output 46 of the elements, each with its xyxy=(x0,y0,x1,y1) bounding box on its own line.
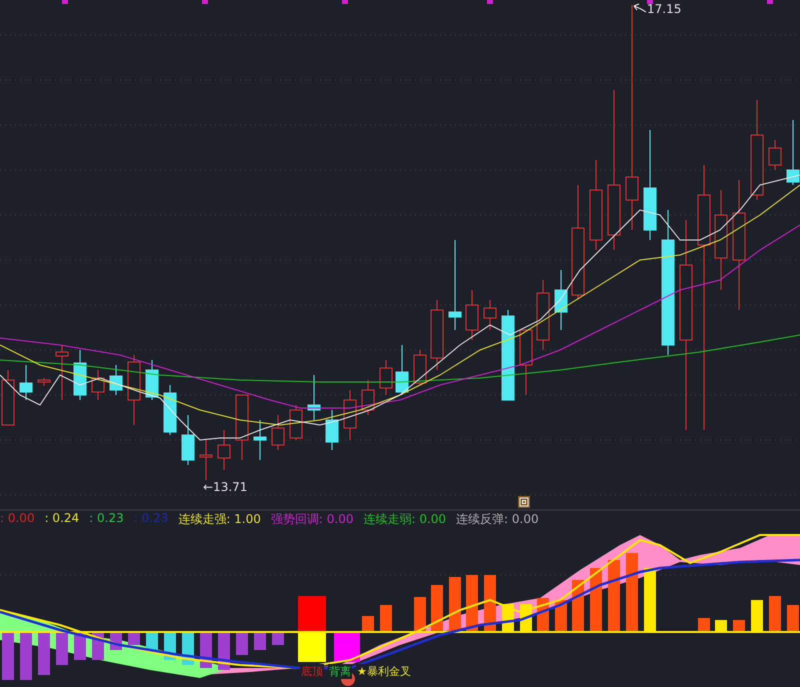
signal-label: ★暴利金叉 xyxy=(356,664,412,679)
candlestick xyxy=(110,364,122,396)
candlestick xyxy=(430,300,444,370)
candlestick xyxy=(396,344,408,396)
candlestick xyxy=(536,280,550,350)
candlestick xyxy=(414,350,426,386)
candlestick xyxy=(56,344,68,400)
candlestick xyxy=(290,404,302,440)
candlestick xyxy=(182,414,194,466)
indicator-value: 连续走弱: 0.00 xyxy=(363,511,446,528)
candlestick xyxy=(146,360,158,400)
indicator-value: : 0.23 xyxy=(89,511,124,527)
candlestick xyxy=(554,270,568,330)
candlestick xyxy=(254,420,266,460)
candlestick xyxy=(128,354,140,426)
candlestick xyxy=(164,384,176,436)
candlestick xyxy=(484,300,496,330)
candlestick xyxy=(38,378,50,386)
candlestick xyxy=(786,120,800,186)
candlestick xyxy=(768,140,782,170)
high-price-label: 17.15 xyxy=(647,2,682,16)
indicator-value: 连续反弹: 0.00 xyxy=(456,511,539,528)
candlestick xyxy=(20,364,32,400)
signal-label: 背离 xyxy=(328,664,352,679)
candlestick xyxy=(380,360,392,396)
candlestick xyxy=(92,370,104,400)
candlestick xyxy=(218,430,230,470)
indicator-value: 强势回调: 0.00 xyxy=(270,511,354,528)
high-arrow-icon xyxy=(634,4,646,12)
candlestick xyxy=(520,330,532,396)
candlestick xyxy=(362,380,374,416)
window-toggle-icon[interactable] xyxy=(518,496,530,508)
low-price-label: ←13.71 xyxy=(203,480,248,494)
candlestick xyxy=(326,410,338,450)
signal-label: 底顶 xyxy=(300,664,324,679)
candlestick xyxy=(272,414,284,450)
candlestick xyxy=(236,394,248,460)
candlestick xyxy=(344,390,356,440)
candlestick xyxy=(74,350,86,400)
candlestick xyxy=(200,440,212,480)
indicator-value: 连续走强: 1.00 xyxy=(178,511,261,528)
candlestick xyxy=(308,374,320,420)
candlestick xyxy=(466,290,478,340)
indicator-value: : 0.23 xyxy=(134,511,168,527)
indicator-value: : 0.24 xyxy=(44,511,80,527)
indicator-value: : 0.00 xyxy=(0,511,35,527)
